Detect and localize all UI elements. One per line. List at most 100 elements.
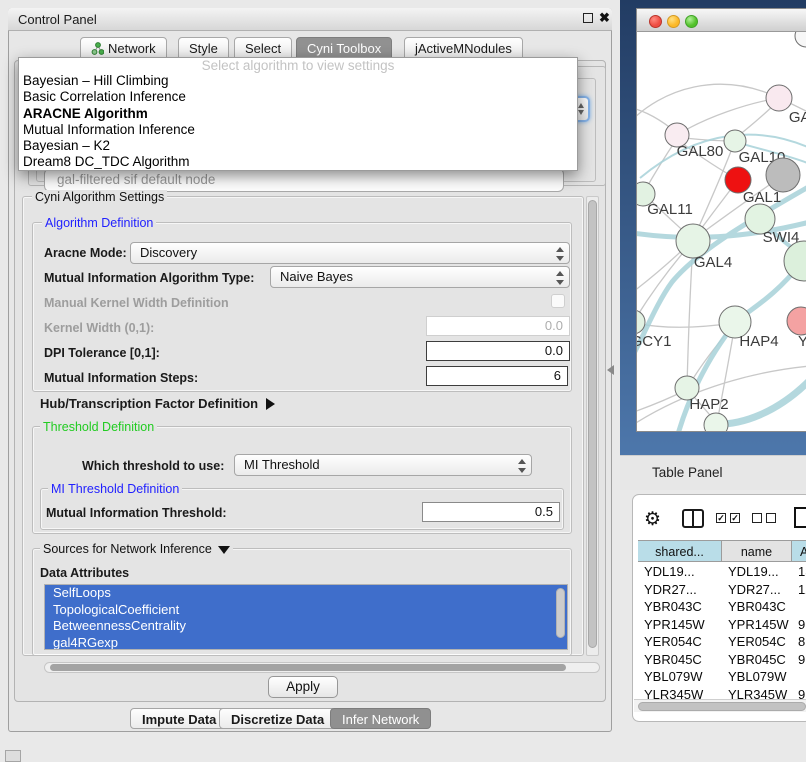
bottom-corner-button[interactable] (5, 750, 21, 762)
algorithm-option[interactable]: Basic Correlation Inference (19, 89, 577, 105)
mi-type-combo[interactable]: Naive Bayes (270, 266, 570, 288)
table-cell[interactable]: YBR043C (722, 598, 792, 616)
minimize-traffic-light-icon[interactable] (667, 15, 680, 28)
kernel-width-input[interactable]: 0.0 (426, 316, 570, 336)
column-pane-icon[interactable] (682, 509, 704, 528)
scrollbar-thumb[interactable] (50, 664, 566, 671)
table-cell[interactable]: YDL19... (638, 563, 722, 581)
tab-style[interactable]: Style (178, 37, 229, 58)
network-canvas[interactable]: GAL7GAL80GAL10GAL1GAL11SWI4GAL4GCY1HAP4Y… (637, 32, 806, 431)
manual-kernel-checkbox[interactable] (551, 294, 565, 308)
tab-jactivemnodules[interactable]: jActiveMNodules (404, 37, 523, 58)
table-cell[interactable]: 9. (792, 616, 806, 634)
table-cell[interactable]: YPR145W (722, 616, 792, 634)
checked-box-icon[interactable]: ✓ (716, 513, 726, 523)
dpi-tolerance-input[interactable]: 0.0 (426, 341, 570, 361)
tab-select[interactable]: Select (234, 37, 292, 58)
attribute-item[interactable]: SelfLoops (45, 585, 567, 602)
tab-impute-data[interactable]: Impute Data (130, 708, 228, 729)
page-icon[interactable] (794, 507, 806, 528)
table-cell[interactable] (792, 668, 806, 686)
table-cell[interactable]: YDR27... (722, 581, 792, 599)
table-cell[interactable] (792, 598, 806, 616)
aracne-mode-label: Aracne Mode: (44, 246, 127, 260)
attribute-item[interactable]: BetweennessCentrality (45, 618, 567, 635)
unchecked-box-icon[interactable] (752, 513, 762, 523)
tab-cyni-toolbox[interactable]: Cyni Toolbox (296, 37, 392, 58)
hub-definition-label: Hub/Transcription Factor Definition (40, 396, 258, 411)
attribute-item[interactable]: gal4RGexp (45, 635, 567, 651)
table-cell[interactable]: YER054C (722, 633, 792, 651)
attribute-list-scrollbar[interactable] (556, 588, 565, 638)
scrollbar-thumb[interactable] (638, 702, 806, 711)
table-cell[interactable]: 13 (792, 563, 806, 581)
column-header-shared[interactable]: shared... (638, 540, 722, 562)
tab-network[interactable]: Network (80, 37, 167, 58)
column-header-third[interactable]: A (792, 540, 806, 562)
network-node[interactable] (766, 158, 800, 192)
table-cell[interactable]: YDR27... (638, 581, 722, 599)
attribute-item[interactable]: TopologicalCoefficient (45, 602, 567, 619)
column-header-name[interactable]: name (722, 540, 792, 562)
table-cell[interactable]: YBR045C (638, 651, 722, 669)
scrollbar-thumb[interactable] (588, 200, 597, 648)
node-label: GAL80 (677, 143, 724, 160)
table-cell[interactable]: YBL079W (638, 668, 722, 686)
node-label: GAL7 (789, 109, 806, 126)
cyni-algorithm-settings-legend: Cyni Algorithm Settings (32, 190, 167, 204)
algorithm-option[interactable]: Bayesian – Hill Climbing (19, 73, 577, 89)
network-node[interactable] (766, 85, 792, 111)
combo-spinner-icon (554, 270, 564, 286)
which-threshold-value: MI Threshold (244, 457, 320, 472)
table-cell[interactable]: 12 (792, 581, 806, 599)
apply-button[interactable]: Apply (268, 676, 338, 698)
table-cell[interactable]: YDL19... (722, 563, 792, 581)
network-node[interactable] (787, 307, 806, 335)
algorithm-definition-legend: Algorithm Definition (42, 216, 156, 230)
mi-steps-input[interactable]: 6 (426, 366, 568, 386)
algorithm-option-selected[interactable]: ARACNE Algorithm (19, 106, 577, 122)
control-panel-titlebar[interactable] (8, 8, 612, 31)
network-combo[interactable]: gal-filtered sif default node (44, 168, 564, 192)
hub-definition-toggle[interactable]: Hub/Transcription Factor Definition (40, 396, 275, 411)
unchecked-box-icon[interactable] (766, 513, 776, 523)
algorithm-option[interactable]: Dream8 DC_TDC Algorithm (19, 154, 577, 170)
zoom-traffic-light-icon[interactable] (685, 15, 698, 28)
table-cell[interactable]: YPR145W (638, 616, 722, 634)
table-cell[interactable]: YBL079W (722, 668, 792, 686)
table-cell[interactable]: YBR043C (638, 598, 722, 616)
settings-vertical-scrollbar[interactable] (586, 196, 599, 656)
settings-horizontal-scrollbar[interactable] (44, 662, 600, 673)
algorithm-option[interactable]: Mutual Information Inference (19, 122, 577, 138)
mi-threshold-input[interactable]: 0.5 (422, 502, 560, 522)
mi-threshold-label: Mutual Information Threshold: (46, 506, 227, 520)
which-threshold-combo[interactable]: MI Threshold (234, 454, 532, 476)
tab-infer-network[interactable]: Infer Network (330, 708, 431, 729)
network-node[interactable] (784, 241, 806, 281)
dpi-tolerance-label: DPI Tolerance [0,1]: (44, 346, 160, 360)
node-label: HAP2 (689, 396, 728, 413)
table-cell[interactable]: YER054C (638, 633, 722, 651)
table-cell[interactable]: 9. (792, 651, 806, 669)
close-icon[interactable]: ✖ (599, 10, 610, 26)
algorithm-option[interactable]: Bayesian – K2 (19, 138, 577, 154)
aracne-mode-value: Discovery (140, 245, 197, 260)
float-window-icon[interactable] (583, 13, 593, 23)
checked-box-icon[interactable]: ✓ (730, 513, 740, 523)
sources-legend-label: Sources for Network Inference (43, 542, 212, 556)
table-horizontal-scrollbar[interactable] (634, 699, 806, 712)
table-cell[interactable]: 8. (792, 633, 806, 651)
node-label: GAL11 (647, 201, 693, 218)
network-node[interactable] (704, 413, 728, 431)
network-node[interactable] (676, 224, 710, 258)
aracne-mode-combo[interactable]: Discovery (130, 242, 570, 264)
panel-divider-collapse-icon[interactable] (607, 365, 614, 375)
sources-legend[interactable]: Sources for Network Inference (40, 542, 233, 556)
gear-icon[interactable]: ⚙ (644, 508, 661, 531)
tab-select-label: Select (245, 41, 281, 56)
table-cell[interactable]: YBR045C (722, 651, 792, 669)
network-nodes-layer: GAL7GAL80GAL10GAL1GAL11SWI4GAL4GCY1HAP4Y… (637, 32, 806, 431)
close-traffic-light-icon[interactable] (649, 15, 662, 28)
network-node[interactable] (795, 32, 806, 47)
tab-discretize-data[interactable]: Discretize Data (219, 708, 336, 729)
